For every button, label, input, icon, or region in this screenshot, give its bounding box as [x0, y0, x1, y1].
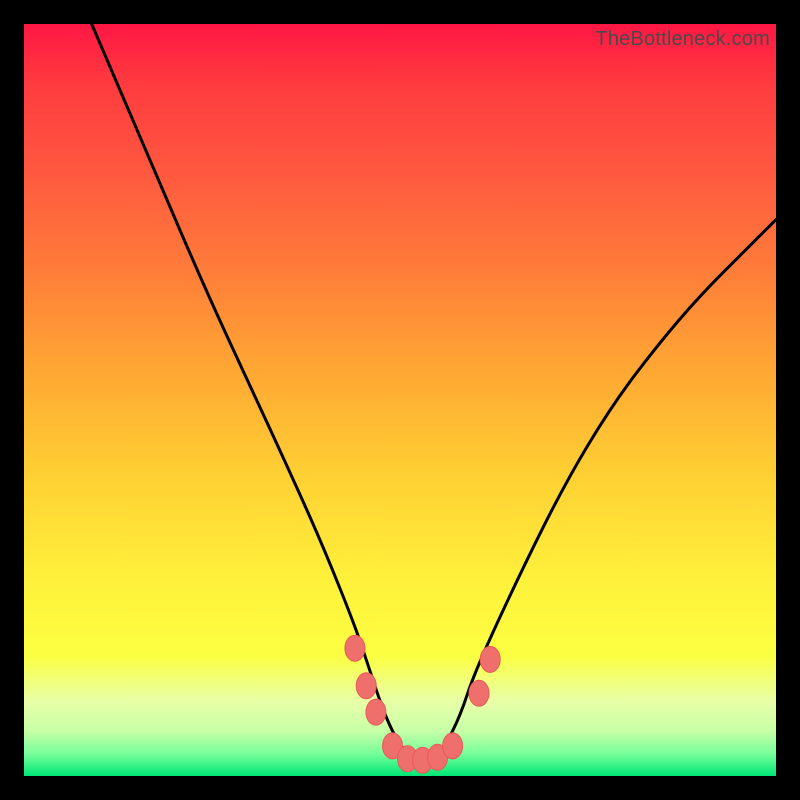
- curve-marker: [356, 673, 376, 699]
- marker-group: [345, 635, 500, 773]
- plot-area: TheBottleneck.com: [24, 24, 776, 776]
- watermark-text: TheBottleneck.com: [595, 28, 770, 51]
- curve-marker: [443, 733, 463, 759]
- curve-marker: [345, 635, 365, 661]
- curve-svg: [24, 24, 776, 776]
- curve-marker: [366, 699, 386, 725]
- curve-marker: [480, 646, 500, 672]
- curve-marker: [469, 680, 489, 706]
- bottleneck-curve: [92, 24, 776, 761]
- chart-frame: TheBottleneck.com: [0, 0, 800, 800]
